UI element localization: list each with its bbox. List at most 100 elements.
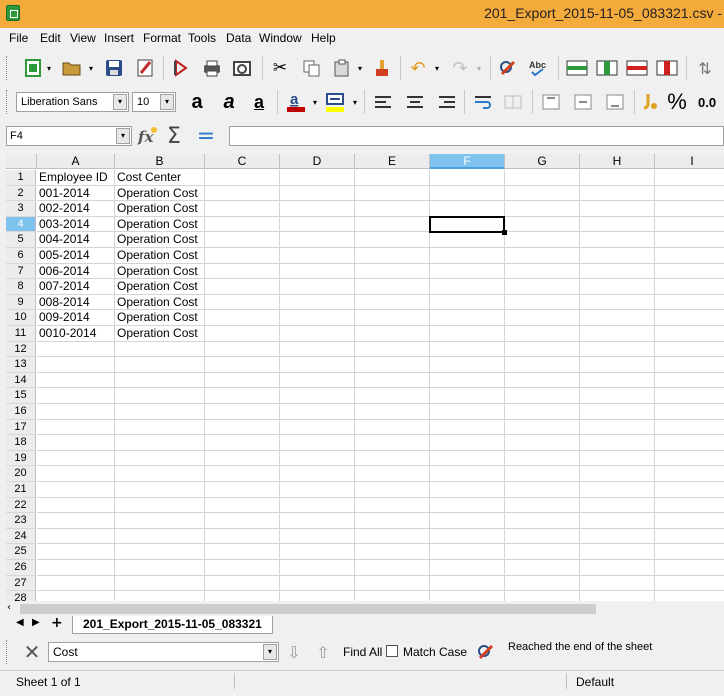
cell-b22[interactable] [115,497,205,514]
cell-d17[interactable] [280,419,355,436]
cell-b3[interactable]: Operation Cost [115,201,205,217]
row-header[interactable]: 6 [6,248,36,264]
cell-b13[interactable] [115,357,205,373]
row-header[interactable]: 4 [6,216,36,233]
cell-g1[interactable] [505,170,580,186]
cell-b21[interactable] [115,482,205,498]
cell-e11[interactable] [355,326,430,342]
cell-f17[interactable] [430,419,505,436]
cell-a9[interactable]: 008-2014 [37,294,115,311]
cell-b9[interactable]: Operation Cost [115,294,205,311]
cell-c2[interactable] [205,185,280,202]
cell-i7[interactable] [655,264,724,280]
row-header[interactable]: 18 [6,435,36,451]
align-top-icon[interactable] [538,90,564,114]
cell-i17[interactable] [655,420,724,436]
cell-i16[interactable] [655,404,724,420]
cell-f18[interactable] [430,435,505,451]
cell-e14[interactable] [355,372,430,389]
cell-d22[interactable] [280,497,355,514]
cell-c6[interactable] [205,248,280,264]
font-name-combo[interactable]: Liberation Sans ▾ [16,92,129,112]
cell-c3[interactable] [205,201,280,217]
column-header-f[interactable]: F [430,154,505,169]
cell-h16[interactable] [580,404,655,420]
cell-d8[interactable] [280,279,355,295]
cell-g7[interactable] [505,263,580,280]
cell-i15[interactable] [655,388,724,404]
cell-c22[interactable] [205,497,280,514]
cell-g24[interactable] [505,528,580,545]
font-color-icon[interactable]: a [283,90,309,114]
cell-h8[interactable] [580,279,655,295]
cell-a28[interactable] [37,591,115,601]
cell-e7[interactable] [355,263,430,280]
cell-i26[interactable] [655,560,724,576]
cell-d15[interactable] [280,388,355,404]
cell-d1[interactable] [280,170,355,186]
cell-d24[interactable] [280,528,355,545]
cell-h12[interactable] [580,341,655,358]
row-header[interactable]: 23 [6,513,36,529]
cell-e2[interactable] [355,185,430,202]
percent-button[interactable]: % [666,89,688,114]
row-header[interactable]: 13 [6,357,36,373]
cell-d26[interactable] [280,560,355,576]
cell-f16[interactable] [430,404,505,420]
cell-g15[interactable] [505,388,580,404]
cell-g8[interactable] [505,279,580,295]
cell-d11[interactable] [280,326,355,342]
function-wizard-icon[interactable]: fx [136,125,160,147]
cell-a17[interactable] [37,419,115,436]
cell-d16[interactable] [280,404,355,420]
cell-g26[interactable] [505,560,580,576]
name-box[interactable]: F4 ▾ [6,126,132,146]
cell-g13[interactable] [505,357,580,373]
cell-c9[interactable] [205,294,280,311]
cell-a18[interactable] [37,435,115,451]
cell-c17[interactable] [205,419,280,436]
cell-i28[interactable] [655,591,724,601]
copy-icon[interactable] [300,58,324,78]
cell-g16[interactable] [505,404,580,420]
cell-g27[interactable] [505,575,580,592]
paste-icon[interactable] [330,58,354,78]
cell-i4[interactable] [655,217,724,233]
highlight-color-icon[interactable] [322,90,348,114]
cell-a15[interactable] [37,388,115,404]
cell-i19[interactable] [655,451,724,467]
row-icon[interactable] [564,58,590,78]
cell-b23[interactable] [115,513,205,529]
scroll-thumb[interactable] [20,604,596,614]
cell-e24[interactable] [355,528,430,545]
menu-edit[interactable]: Edit [40,31,61,45]
find-all-button[interactable]: Find All [343,645,382,659]
cell-i5[interactable] [655,232,724,248]
cell-b18[interactable] [115,435,205,451]
formula-input[interactable] [229,126,724,146]
row-header[interactable]: 25 [6,544,36,560]
cell-c15[interactable] [205,388,280,404]
cell-f13[interactable] [430,357,505,373]
cell-e27[interactable] [355,575,430,592]
row-header[interactable]: 26 [6,560,36,576]
row-header[interactable]: 1 [6,170,36,186]
cell-g19[interactable] [505,450,580,467]
cell-h20[interactable] [580,466,655,482]
add-sheet-icon[interactable]: + [51,615,63,631]
chevron-down-icon[interactable]: ▾ [113,94,127,110]
cell-i6[interactable] [655,248,724,264]
cell-a14[interactable] [37,372,115,389]
cell-c4[interactable] [205,216,280,233]
cell-a6[interactable]: 005-2014 [37,248,115,264]
cell-g23[interactable] [505,513,580,529]
underline-icon[interactable]: a [246,90,272,114]
cell-d27[interactable] [280,575,355,592]
find-previous-icon[interactable]: ⇧ [312,640,334,664]
cell-f9[interactable] [430,294,505,311]
align-right-icon[interactable] [434,90,460,114]
cell-e16[interactable] [355,404,430,420]
cell-c8[interactable] [205,279,280,295]
column-header-e[interactable]: E [355,154,430,169]
row-header[interactable]: 20 [6,466,36,482]
